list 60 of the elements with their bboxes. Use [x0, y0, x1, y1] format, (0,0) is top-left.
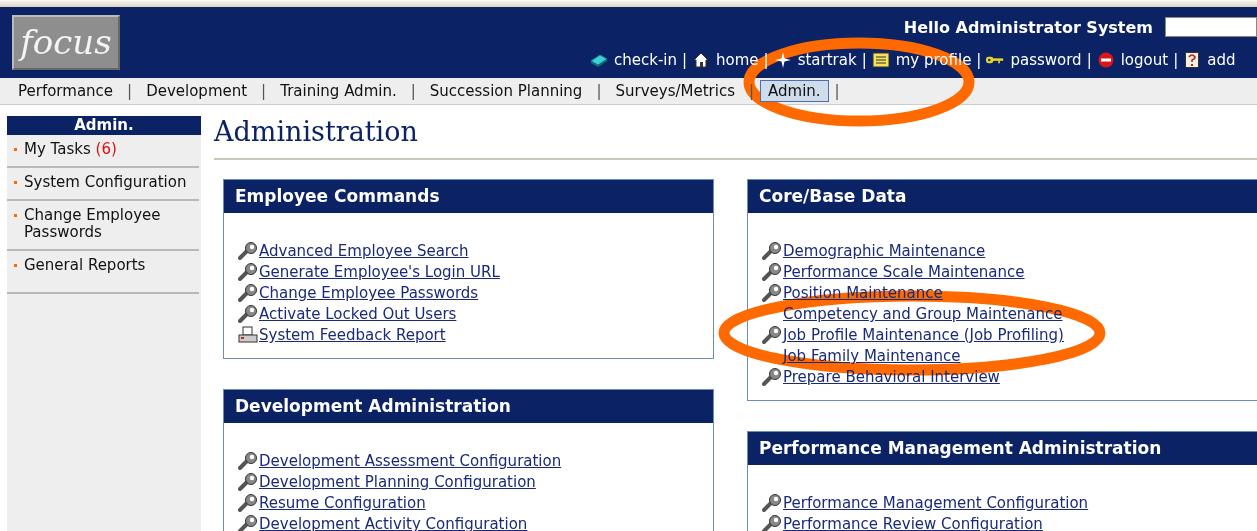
admin-link[interactable]: System Feedback Report — [259, 327, 446, 344]
admin-link[interactable]: Demographic Maintenance — [783, 243, 986, 260]
separator: | — [261, 82, 267, 100]
separator: | — [1086, 51, 1092, 69]
separator: | — [763, 51, 769, 69]
admin-link[interactable]: Change Employee Passwords — [259, 285, 479, 302]
header-link[interactable]: startrak — [797, 51, 857, 69]
header-link[interactable]: logout — [1120, 51, 1169, 69]
bullet-icon — [14, 264, 17, 267]
admin-link[interactable]: Job Profile Maintenance (Job Profiling) — [783, 327, 1064, 344]
header-link[interactable]: add — [1207, 51, 1236, 69]
sidebar-item[interactable]: System Configuration — [24, 174, 194, 191]
admin-link[interactable]: Activate Locked Out Users — [259, 306, 457, 323]
greeting-text: Hello Administrator System — [903, 17, 1153, 37]
nav-tab[interactable]: Performance — [17, 80, 122, 102]
admin-link[interactable]: Performance Scale Maintenance — [783, 264, 1025, 281]
header-link[interactable]: home — [716, 51, 759, 69]
logo: focus — [12, 15, 120, 70]
separator: | — [1173, 51, 1179, 69]
sidebar-title: Admin. — [7, 116, 201, 135]
panel-header: Performance Management Administration — [748, 432, 1257, 465]
admin-link[interactable]: Development Planning Configuration — [259, 474, 536, 491]
admin-link[interactable]: Performance Management Configuration — [783, 495, 1089, 512]
notepad-icon — [871, 52, 890, 68]
header-link[interactable]: password — [1010, 51, 1082, 69]
header-link[interactable]: check-in — [614, 51, 677, 69]
separator: | — [596, 82, 602, 100]
panel-header: Development Administration — [224, 390, 713, 423]
separator: | — [976, 51, 982, 69]
admin-link[interactable]: Advanced Employee Search — [259, 243, 469, 260]
help-book-icon — [1183, 52, 1202, 68]
search-field[interactable] — [1165, 17, 1257, 37]
admin-link[interactable]: Resume Configuration — [259, 495, 426, 512]
separator: | — [834, 82, 840, 100]
no-entry-icon — [1096, 52, 1115, 68]
admin-link[interactable]: Development Assessment Configuration — [259, 453, 562, 470]
bullet-icon — [14, 148, 17, 151]
book-icon — [590, 52, 608, 68]
admin-link[interactable]: Generate Employee's Login URL — [259, 264, 500, 281]
page-title: Administration — [214, 116, 1257, 160]
nav-tab[interactable]: Training Admin. — [272, 80, 405, 102]
sidebar-item[interactable]: My Tasks (6) — [24, 141, 194, 158]
house-icon — [692, 52, 711, 68]
nav-tab[interactable]: Admin. — [760, 80, 829, 102]
separator: | — [127, 82, 133, 100]
nav-tab[interactable]: Development — [138, 80, 256, 102]
nav-tab[interactable]: Surveys/Metrics — [607, 80, 743, 102]
printer-icon — [238, 326, 258, 344]
separator: | — [410, 82, 416, 100]
panel-header: Core/Base Data — [748, 180, 1257, 213]
sidebar-item[interactable]: Change Employee Passwords — [24, 207, 194, 241]
nav-tab[interactable]: Succession Planning — [421, 80, 591, 102]
separator: | — [861, 51, 867, 69]
separator: | — [682, 51, 688, 69]
bullet-icon — [14, 181, 17, 184]
panel-header: Employee Commands — [224, 180, 713, 213]
bullet-icon — [14, 214, 17, 217]
separator: | — [748, 82, 754, 100]
admin-link[interactable]: Competency and Group Maintenance — [783, 306, 1063, 323]
sidebar-item[interactable]: General Reports — [24, 257, 194, 274]
